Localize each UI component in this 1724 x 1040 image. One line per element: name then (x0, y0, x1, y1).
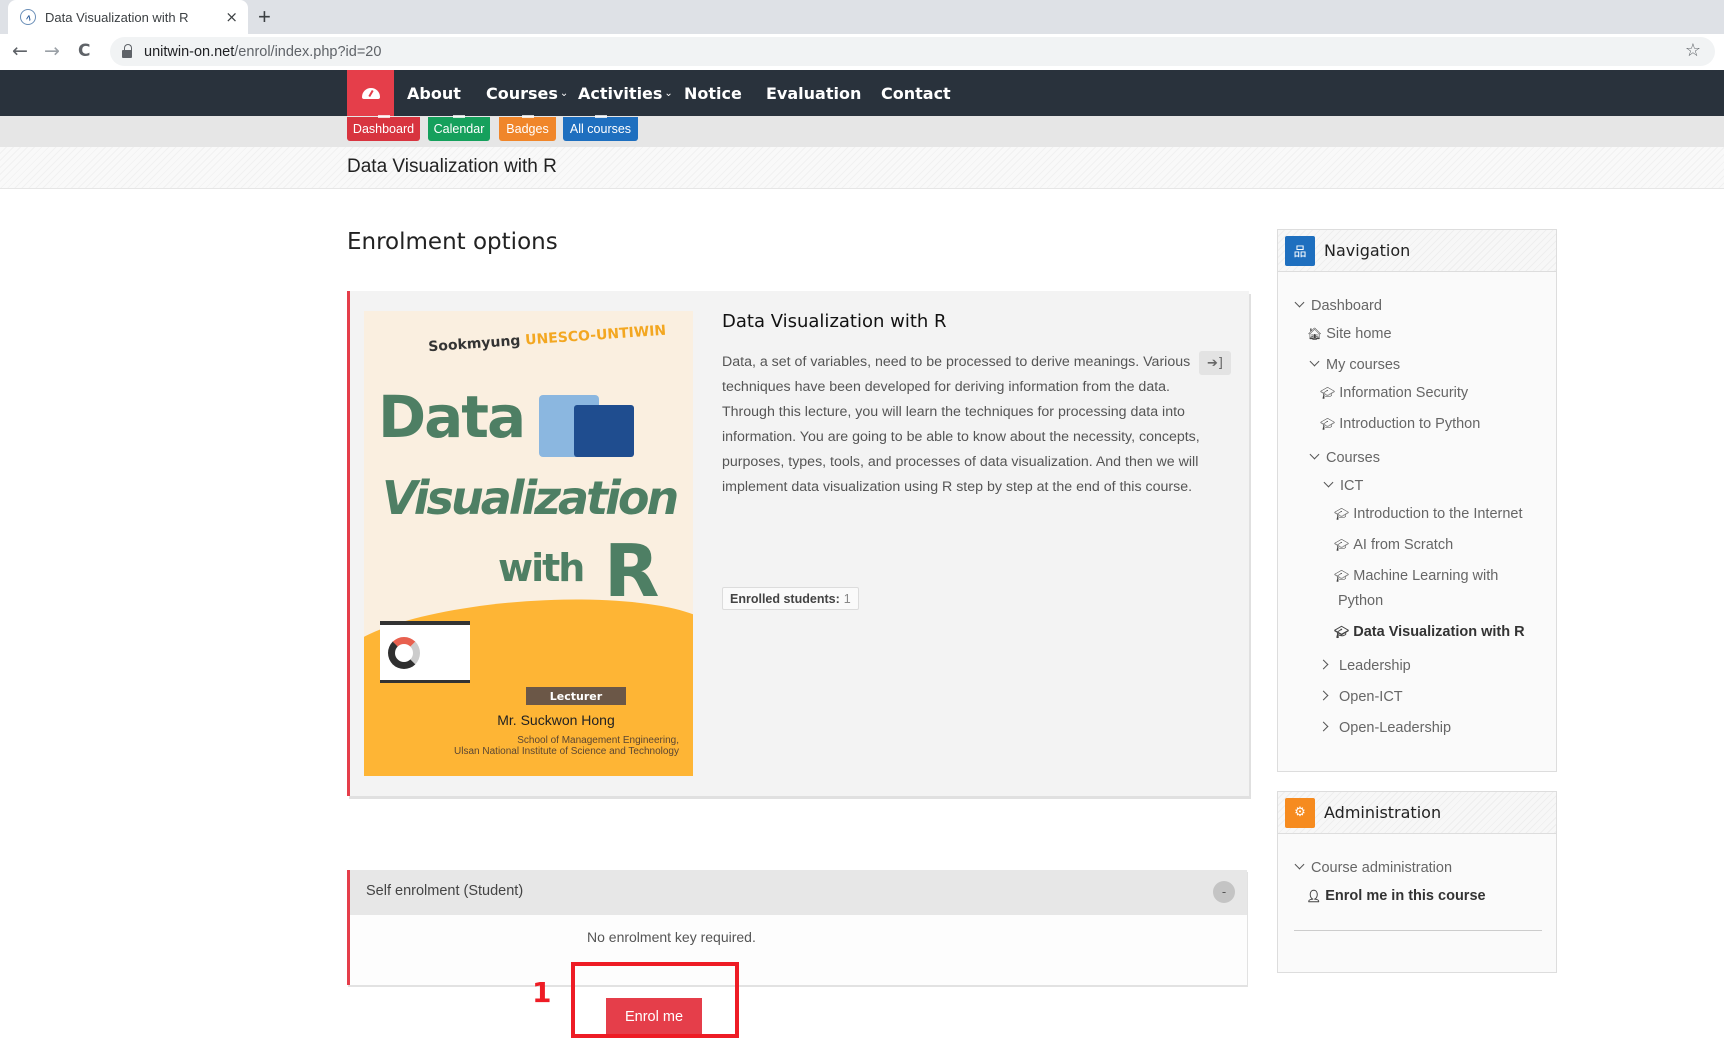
quicklink-all-courses[interactable]: All courses (563, 115, 638, 141)
chevron-right-icon (1318, 721, 1329, 732)
chevron-down-icon: ⌄ (664, 87, 673, 99)
administration-block-title: Administration (1324, 803, 1442, 822)
nav-course-ai-from-scratch[interactable]: 🎓︎ AI from Scratch (1334, 537, 1453, 553)
tab-title: Data Visualization with R (45, 9, 189, 25)
dashboard-home-button[interactable] (347, 70, 394, 116)
cogs-icon: ⚙ (1285, 797, 1315, 828)
nav-course-introduction-to-python[interactable]: 🎓︎ Introduction to Python (1320, 416, 1480, 432)
chevron-right-icon (1318, 659, 1329, 670)
lock-icon (122, 43, 132, 58)
user-icon: 👤︎ (1306, 889, 1322, 903)
image-word-data: Data (378, 383, 526, 451)
nav-category-open-leadership[interactable]: Open-Leadership (1318, 720, 1451, 736)
image-word-visualization: Visualization (382, 471, 679, 525)
self-enrolment-panel: Self enrolment (Student) - (347, 870, 1247, 985)
chevron-down-icon: ⌄ (559, 87, 569, 99)
reload-icon[interactable]: C (78, 41, 90, 61)
image-word-r: R (604, 529, 660, 613)
navigation-block-header: 品 Navigation (1278, 230, 1556, 272)
admin-enrol-me-in-this-course[interactable]: 👤︎ Enrol me in this course (1306, 888, 1486, 904)
site-favicon-icon: ﾍ (20, 9, 36, 25)
course-title[interactable]: Data Visualization with R (722, 311, 947, 332)
chevron-down-icon (1323, 477, 1334, 488)
course-summary: Data, a set of variables, need to be pro… (722, 354, 1200, 495)
graduation-cap-icon: 🎓︎ (1334, 625, 1350, 639)
nav-evaluation[interactable]: Evaluation (766, 70, 861, 116)
collapse-toggle-icon[interactable]: - (1213, 881, 1235, 903)
nav-my-courses[interactable]: My courses (1309, 356, 1400, 373)
administration-block: ⚙ Administration (1277, 791, 1557, 973)
image-word-with: with (498, 546, 585, 590)
nav-activities[interactable]: Activities ⌄ (578, 70, 673, 116)
chevron-down-icon (1294, 859, 1305, 870)
nav-notice[interactable]: Notice (684, 70, 742, 116)
home-icon: 🏠︎ (1307, 327, 1323, 341)
nav-category-ict[interactable]: ICT (1323, 477, 1363, 494)
forward-icon[interactable]: → (44, 40, 60, 62)
url-text: unitwin-on.net/enrol/index.php?id=20 (144, 43, 382, 60)
envelope-illustration-icon (574, 405, 634, 457)
nav-contact[interactable]: Contact (881, 70, 951, 116)
administration-block-header: ⚙ Administration (1278, 792, 1556, 834)
quicklink-badges[interactable]: Badges (499, 115, 556, 141)
self-enrolment-header[interactable]: Self enrolment (Student) - (350, 870, 1247, 915)
nav-category-leadership[interactable]: Leadership (1318, 658, 1411, 674)
quicklink-dashboard[interactable]: Dashboard (347, 115, 420, 141)
page-header (0, 147, 1724, 189)
nav-course-information-security[interactable]: 🎓︎ Information Security (1320, 385, 1468, 401)
graduation-cap-icon: 🎓︎ (1320, 417, 1336, 431)
graduation-cap-icon: 🎓︎ (1334, 538, 1350, 552)
nav-category-open-ict[interactable]: Open-ICT (1318, 689, 1403, 705)
enrolled-students-badge: Enrolled students: 1 (722, 587, 859, 610)
chevron-right-icon (1318, 690, 1329, 701)
nav-site-home[interactable]: 🏠︎ Site home (1307, 326, 1392, 342)
admin-divider (1294, 930, 1542, 931)
no-key-message: No enrolment key required. (587, 929, 756, 945)
nav-courses[interactable]: Courses (1309, 449, 1380, 466)
graduation-cap-icon: 🎓︎ (1334, 569, 1350, 583)
enrol-sign-in-icon[interactable]: ➔] (1199, 351, 1231, 375)
nav-course-data-visualization-active[interactable]: 🎓︎ Data Visualization with R (1334, 624, 1525, 640)
nav-dashboard[interactable]: Dashboard (1294, 297, 1382, 314)
nav-about[interactable]: About (407, 70, 461, 116)
admin-course-administration[interactable]: Course administration (1294, 859, 1452, 876)
lecturer-ribbon: Lecturer (526, 687, 626, 705)
enrolment-options-heading: Enrolment options (347, 229, 558, 255)
site-navbar (0, 70, 1724, 116)
chevron-down-icon (1294, 297, 1305, 308)
new-tab-button[interactable]: + (258, 4, 271, 30)
dashboard-gauge-icon (361, 87, 380, 99)
presentation-board-icon (380, 621, 470, 683)
browser-tab-bar: ﾍ Data Visualization with R × + (0, 0, 1724, 34)
nav-course-machine-learning-wrap[interactable]: Python (1338, 593, 1383, 609)
chevron-down-icon (1309, 356, 1320, 367)
sitemap-icon: 品 (1285, 235, 1315, 266)
annotation-highlight-box (571, 962, 739, 1038)
annotation-step-number: 1 (532, 976, 552, 1009)
browser-tab[interactable]: ﾍ Data Visualization with R × (8, 0, 248, 34)
navigation-block-title: Navigation (1324, 241, 1411, 260)
quicklinks-bar (0, 116, 1724, 147)
address-bar[interactable]: unitwin-on.net/enrol/index.php?id=20 ☆ (110, 37, 1715, 66)
back-icon[interactable]: ← (12, 40, 28, 62)
quicklink-calendar[interactable]: Calendar (428, 115, 490, 141)
tab-close-icon[interactable]: × (225, 8, 238, 26)
graduation-cap-icon: 🎓︎ (1320, 386, 1336, 400)
self-enrolment-title: Self enrolment (Student) (366, 883, 524, 899)
bookmark-star-icon[interactable]: ☆ (1685, 40, 1701, 61)
page-title: Data Visualization with R (347, 156, 557, 177)
graduation-cap-icon: 🎓︎ (1334, 507, 1350, 521)
nav-courses[interactable]: Courses ⌄ (486, 70, 568, 116)
course-image: Sookmyung UNESCO-UNTIWIN Data Visualizat… (364, 311, 693, 776)
address-row: ← → C unitwin-on.net/enrol/index.php?id=… (0, 34, 1724, 70)
nav-course-machine-learning-with-python[interactable]: 🎓︎ Machine Learning with (1334, 568, 1498, 584)
chevron-down-icon (1309, 449, 1320, 460)
nav-course-introduction-to-the-internet[interactable]: 🎓︎ Introduction to the Internet (1334, 506, 1523, 522)
